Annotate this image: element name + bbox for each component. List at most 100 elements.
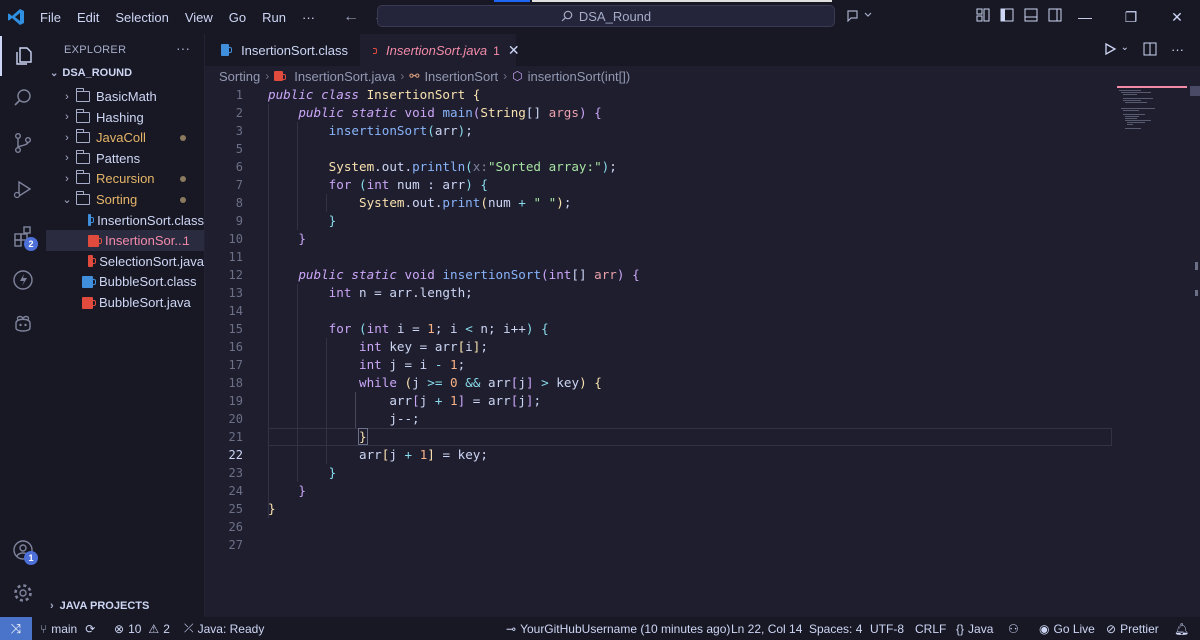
split-editor-icon[interactable] (1143, 42, 1157, 56)
copilot-chat-icon[interactable] (0, 304, 46, 344)
minimap-line (1121, 108, 1155, 109)
minimize-icon[interactable]: — (1062, 0, 1108, 34)
tree-file[interactable]: InsertionSor... 1 (46, 230, 204, 252)
restore-icon[interactable]: ❐ (1108, 0, 1154, 34)
workspace-root[interactable]: ⌄ DSA_ROUND (50, 67, 132, 79)
toggle-panel-icon[interactable] (1024, 8, 1038, 22)
vscode-logo-icon (0, 0, 32, 34)
tree-file[interactable]: BubbleSort.class (46, 271, 204, 292)
copilot-icon[interactable] (846, 8, 872, 25)
language-mode[interactable]: {} Java (956, 617, 993, 640)
tree-folder[interactable]: › Hashing (46, 107, 204, 128)
vertical-scrollbar[interactable] (1187, 86, 1200, 617)
customize-layout-icon[interactable] (976, 8, 990, 22)
code-line: } (298, 483, 306, 498)
menu-run[interactable]: Run (254, 10, 294, 25)
run-icon[interactable] (1103, 42, 1117, 56)
menu-selection[interactable]: Selection (107, 10, 176, 25)
braces-icon: {} (956, 621, 965, 636)
notifications-bell-icon[interactable]: 🔔︎ (1174, 617, 1189, 640)
indentation[interactable]: Spaces: 4 (809, 617, 862, 640)
tree-file[interactable]: BubbleSort.java (46, 292, 204, 313)
chevron-right-icon: › (400, 69, 405, 83)
back-arrow-icon[interactable]: ← (343, 8, 359, 26)
settings-gear-icon[interactable] (0, 573, 46, 613)
line-number: 5 (235, 142, 243, 156)
breadcrumb-folder[interactable]: Sorting (219, 69, 260, 84)
explorer-icon[interactable] (0, 36, 46, 76)
command-center-search[interactable]: DSA_Round (377, 5, 835, 27)
remote-indicator-icon[interactable]: ⤨ (0, 617, 32, 640)
tree-item-label: Pattens (96, 150, 141, 166)
close-icon[interactable]: ✕ (508, 42, 520, 59)
lightning-icon[interactable] (0, 260, 46, 300)
java-status[interactable]: ⤫ Java: Ready (184, 617, 264, 640)
tree-item-label: Sorting (96, 192, 138, 207)
java-projects-section[interactable]: › JAVA PROJECTS (50, 600, 149, 612)
code-line: arr[j + 1] = key; (268, 447, 488, 462)
tab-insertionsort-class[interactable]: InsertionSort.class (205, 34, 360, 66)
tab-problem-count: 1 (493, 43, 500, 58)
line-number: 3 (235, 124, 243, 138)
chevron-right-icon: › (65, 90, 69, 103)
more-actions-icon[interactable]: ··· (1171, 42, 1184, 57)
code-line: public static void insertionSort(int[] a… (298, 267, 640, 282)
menu-go[interactable]: Go (221, 10, 254, 25)
explorer-more-button[interactable]: ··· (176, 40, 190, 56)
line-number: 11 (228, 250, 243, 264)
sync-icon[interactable]: ⟳ (85, 622, 95, 636)
accounts-icon[interactable]: 1 (0, 530, 46, 570)
breadcrumb-method[interactable]: insertionSort(int[]) (528, 69, 631, 84)
line-number: 22 (228, 448, 243, 462)
code-line: } (358, 428, 368, 445)
scrollbar-thumb[interactable] (1190, 86, 1200, 96)
line-number: 14 (228, 304, 243, 318)
chevron-down-icon[interactable]: ⌄ (1121, 42, 1129, 57)
command-center-label: DSA_Round (578, 8, 652, 24)
chevron-down-icon: ⌄ (62, 194, 72, 206)
minimap-line (1127, 122, 1145, 123)
code-line: arr[j + 1] = arr[j]; (268, 393, 542, 408)
tree-file[interactable]: SelectionSort.java (46, 251, 204, 272)
menu-view[interactable]: View (177, 10, 221, 25)
prettier-status[interactable]: ⊘ Prettier (1106, 617, 1159, 640)
tree-folder[interactable]: › BasicMath (46, 86, 204, 107)
problem-count: 1 (183, 233, 190, 248)
search-icon[interactable] (0, 78, 46, 118)
minimap-line (1125, 116, 1139, 117)
line-number: 21 (228, 430, 243, 444)
copilot-status-icon[interactable]: ⚇ (1008, 617, 1019, 640)
minimap-line (1123, 100, 1141, 101)
toggle-secondary-sidebar-icon[interactable] (1048, 8, 1062, 22)
tree-file[interactable]: InsertionSort.class (46, 210, 204, 231)
breadcrumb-class[interactable]: InsertionSort (424, 69, 498, 84)
menu-more[interactable]: ··· (294, 10, 323, 25)
toggle-sidebar-icon[interactable] (1000, 8, 1014, 22)
tree-folder[interactable]: › JavaColl (46, 127, 204, 148)
tree-folder[interactable]: › Recursion (46, 168, 204, 189)
menu-edit[interactable]: Edit (69, 10, 107, 25)
breadcrumb-file[interactable]: InsertionSort.java (294, 69, 395, 84)
cursor-position[interactable]: Ln 22, Col 14 (731, 617, 802, 640)
code-editor[interactable]: 1 2 3 5 6 7 8 9 10 11 12 13 14 15 16 17 18 19 20 21 22 23 24 25… (205, 86, 1200, 617)
menu-file[interactable]: File (32, 10, 69, 25)
folder-open-icon (76, 191, 90, 205)
extensions-icon[interactable]: 2 (0, 216, 46, 256)
go-live-button[interactable]: ◉ Go Live (1039, 617, 1095, 640)
explorer-sidebar: EXPLORER ··· ⌄ DSA_ROUND › BasicMath › Hash… (46, 34, 205, 617)
source-control-icon[interactable] (0, 123, 46, 163)
encoding[interactable]: UTF-8 (870, 617, 904, 640)
line-ending[interactable]: CRLF (915, 617, 946, 640)
branch-indicator[interactable]: ⑂ main ⟳ (40, 617, 95, 640)
run-debug-icon[interactable] (0, 169, 46, 209)
tab-insertionsort-java[interactable]: InsertionSort.java 1 ✕ (360, 34, 520, 66)
problems-indicator[interactable]: ⊗ 10 ⚠ 2 (114, 617, 170, 640)
folder-icon (76, 149, 90, 164)
git-blame[interactable]: ⊸ YourGitHubUsername (10 minutes ago) (506, 617, 730, 640)
code-line: System.out.print(num + " "); (359, 195, 572, 210)
tree-folder[interactable]: ⌄ Sorting (46, 189, 204, 210)
close-window-icon[interactable]: ✕ (1154, 0, 1200, 34)
tree-folder[interactable]: › Pattens (46, 148, 204, 169)
line-number: 12 (228, 268, 243, 282)
minimap[interactable] (1117, 86, 1187, 146)
